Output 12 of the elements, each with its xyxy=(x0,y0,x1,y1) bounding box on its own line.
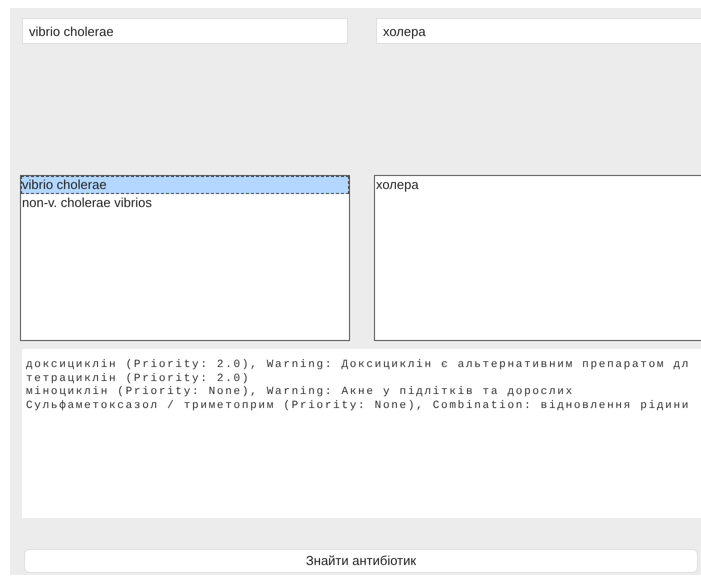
list-item[interactable]: non-v. cholerae vibrios xyxy=(21,194,349,212)
list-item[interactable]: холера xyxy=(375,176,701,194)
result-line: Сульфаметоксазол / триметоприм (Priority: None), Combination: відновлення рідини xyxy=(26,400,692,413)
result-line: міноциклін (Priority: None), Warning: Акне у підлітків та дорослих xyxy=(26,386,575,400)
result-line: доксициклін (Priority: 2.0), Warning: Доксициклін є альтернативним препаратом дл xyxy=(26,359,692,372)
list-box[interactable]: холера xyxy=(374,175,701,341)
list-item[interactable]: vibrio cholerae xyxy=(21,176,349,194)
search-field[interactable]: vibrio cholerae xyxy=(22,18,348,44)
search-field[interactable]: холера xyxy=(376,18,701,44)
list-box[interactable]: vibrio cholerae non-v. cholerae vibrios xyxy=(20,175,350,341)
find-button[interactable]: Знайти антибіотик xyxy=(25,550,697,572)
result-line: тетрациклін (Priority: 2.0) xyxy=(26,372,252,386)
